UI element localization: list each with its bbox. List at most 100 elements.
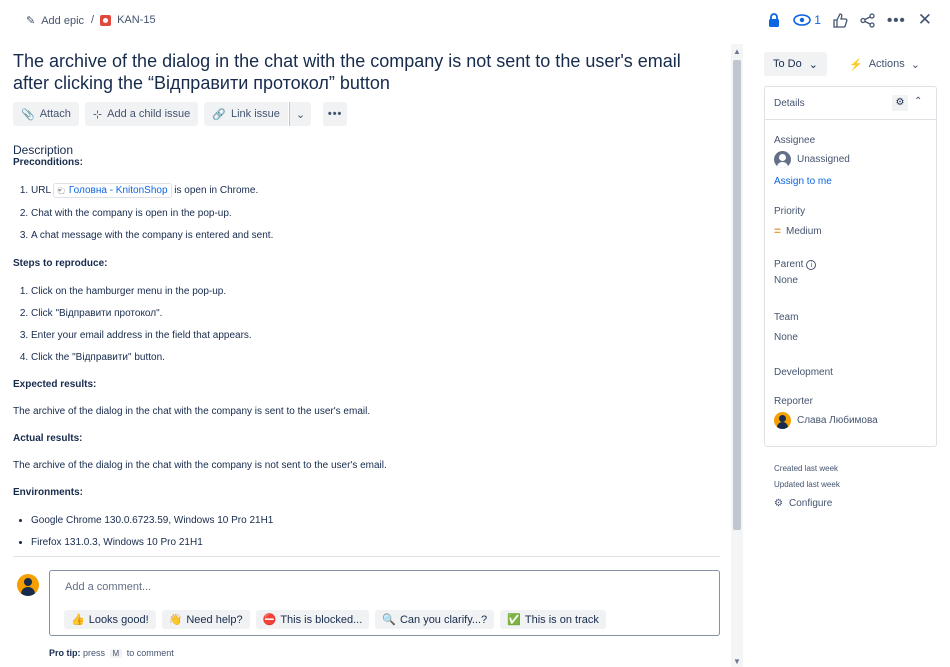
checkmark-emoji-icon: ✅ — [507, 614, 521, 626]
issue-toolbar: 📎 Attach ⊹ Add a child issue 🔗 Link issu… — [13, 102, 348, 126]
updated-timestamp: Updated last week — [774, 480, 840, 489]
chevron-down-icon: ⌄ — [295, 108, 306, 121]
quick-reply-on-track[interactable]: ✅ This is on track — [500, 610, 606, 629]
pro-tip-post: to comment — [126, 648, 174, 658]
attach-button[interactable]: 📎 Attach — [13, 102, 79, 126]
environments-heading: Environments: — [13, 487, 84, 498]
quick-reply-blocked[interactable]: ⛔ This is blocked... — [255, 610, 370, 629]
comment-editor[interactable]: Add a comment... 👍 Looks good! 👋 Need help… — [49, 570, 720, 636]
description-section[interactable]: Description Preconditions: URL 🐑 Головна… — [13, 143, 713, 549]
site-favicon-icon: 🐑 — [57, 188, 67, 195]
watch-button[interactable]: 1 — [793, 13, 821, 27]
list-item: A chat message with the company is enter… — [31, 230, 713, 242]
quick-reply-looks-good[interactable]: 👍 Looks good! — [64, 610, 156, 629]
priority-value: Medium — [786, 225, 822, 237]
list-item: Firefox 131.0.3, Windows 10 Pro 21H1 — [31, 537, 713, 549]
main-scrollbar[interactable]: ▲ ▼ — [731, 44, 743, 667]
reporter-value: Слава Любимова — [797, 415, 878, 426]
hierarchy-icon: ⊹ — [92, 108, 103, 121]
pro-tip-label: Pro tip: — [49, 648, 81, 658]
link-icon: 🔗 — [212, 108, 226, 121]
scroll-up-arrow-icon[interactable]: ▲ — [733, 47, 741, 56]
assignee-field[interactable]: Unassigned — [774, 151, 850, 168]
chevron-up-icon[interactable]: ⌃ — [914, 96, 922, 107]
list-item: Enter your email address in the field th… — [31, 330, 713, 342]
info-icon[interactable]: i — [806, 260, 817, 270]
quick-reply-need-help[interactable]: 👋 Need help? — [161, 610, 250, 629]
link-issue-dropdown-button[interactable]: ⌄ — [288, 102, 312, 126]
parent-label: Parent — [774, 259, 804, 270]
reporter-avatar — [774, 412, 791, 429]
details-header[interactable]: Details ⚙ ⌃ — [765, 87, 936, 120]
breadcrumb-separator: / — [91, 14, 95, 26]
bug-issue-type-icon — [100, 14, 112, 26]
list-item: Google Chrome 130.0.6723.59, Windows 10 … — [31, 515, 713, 527]
pro-tip-pre: press — [83, 648, 106, 658]
no-entry-emoji-icon: ⛔ — [262, 614, 277, 626]
chip-label: This is blocked... — [280, 613, 363, 626]
expected-text: The archive of the dialog in the chat wi… — [13, 406, 371, 417]
team-value[interactable]: None — [774, 332, 798, 343]
status-dropdown[interactable]: To Do ⌄ — [764, 52, 827, 76]
chip-label: Looks good! — [88, 613, 149, 626]
close-icon[interactable]: ✕ — [918, 10, 932, 30]
details-panel: Details ⚙ ⌃ Assignee Unassigned Assign t… — [764, 86, 937, 447]
share-icon[interactable] — [860, 12, 875, 28]
list-item: Chat with the company is open in the pop… — [31, 208, 713, 220]
parent-label-row: Parent i — [774, 259, 817, 270]
priority-label: Priority — [774, 206, 806, 217]
add-epic-breadcrumb[interactable]: ✎ Add epic — [26, 14, 84, 28]
list-item: Click "Відправити протокол". — [31, 308, 713, 320]
smart-link-label: Головна - KnitonShop — [68, 185, 168, 196]
quick-reply-clarify[interactable]: 🔍 Can you clarify...? — [375, 610, 495, 629]
reporter-field[interactable]: Слава Любимова — [774, 412, 878, 429]
scroll-down-arrow-icon[interactable]: ▼ — [733, 657, 741, 666]
chip-label: Can you clarify...? — [399, 613, 488, 626]
more-toolbar-button[interactable]: ••• — [323, 102, 348, 126]
scrollbar-thumb[interactable] — [733, 60, 741, 530]
actual-text: The archive of the dialog in the chat wi… — [13, 460, 387, 471]
issue-header-actions: 1 ••• ✕ — [767, 10, 932, 30]
assign-to-me-link[interactable]: Assign to me — [774, 176, 832, 187]
watch-count: 1 — [814, 13, 821, 27]
paperclip-icon: 📎 — [21, 108, 35, 121]
gear-icon[interactable]: ⚙ — [892, 95, 908, 111]
issue-key: KAN-15 — [117, 14, 156, 26]
actions-label: Actions — [868, 58, 905, 70]
issue-title[interactable]: The archive of the dialog in the chat wi… — [13, 50, 713, 94]
quick-reply-chips: 👍 Looks good! 👋 Need help? ⛔ This is blocke… — [64, 610, 606, 629]
reporter-label: Reporter — [774, 396, 813, 407]
chip-label: Need help? — [186, 613, 243, 626]
comment-placeholder[interactable]: Add a comment... — [65, 581, 151, 593]
actions-dropdown[interactable]: ⚡ Actions ⌄ — [842, 52, 927, 76]
pro-tip: Pro tip: press M to comment — [49, 648, 174, 658]
development-label: Development — [774, 367, 833, 378]
comment-divider — [13, 556, 720, 557]
steps-heading: Steps to reproduce: — [13, 258, 108, 269]
add-child-issue-button[interactable]: ⊹ Add a child issue — [84, 102, 199, 126]
more-icon: ••• — [327, 108, 343, 120]
issue-key-breadcrumb[interactable]: / KAN-15 — [91, 14, 156, 26]
eye-icon — [793, 14, 812, 26]
priority-field[interactable]: = Medium — [774, 224, 822, 238]
unassigned-avatar-icon — [774, 151, 791, 168]
list-item: Click on the hamburger menu in the pop-u… — [31, 286, 713, 298]
wave-emoji-icon: 👋 — [168, 614, 183, 626]
expected-heading: Expected results: — [13, 379, 97, 390]
more-actions-icon[interactable]: ••• — [887, 12, 906, 29]
created-timestamp: Created last week — [774, 464, 839, 473]
link-issue-button[interactable]: 🔗 Link issue — [204, 102, 288, 126]
thumbs-up-icon[interactable] — [833, 12, 848, 28]
precondition-url-suffix: is open in Chrome. — [174, 185, 259, 196]
list-item: Click the "Відправити" button. — [31, 352, 713, 364]
pencil-icon: ✎ — [26, 15, 36, 27]
parent-value[interactable]: None — [774, 275, 798, 286]
smart-link[interactable]: 🐑 Головна - KnitonShop — [53, 183, 172, 198]
add-child-issue-label: Add a child issue — [107, 108, 191, 120]
details-title: Details — [774, 98, 805, 109]
current-user-avatar — [17, 574, 39, 596]
lock-icon[interactable] — [767, 12, 781, 28]
team-label: Team — [774, 312, 799, 323]
link-issue-label: Link issue — [230, 108, 280, 120]
configure-button[interactable]: ⚙ Configure — [774, 498, 832, 509]
